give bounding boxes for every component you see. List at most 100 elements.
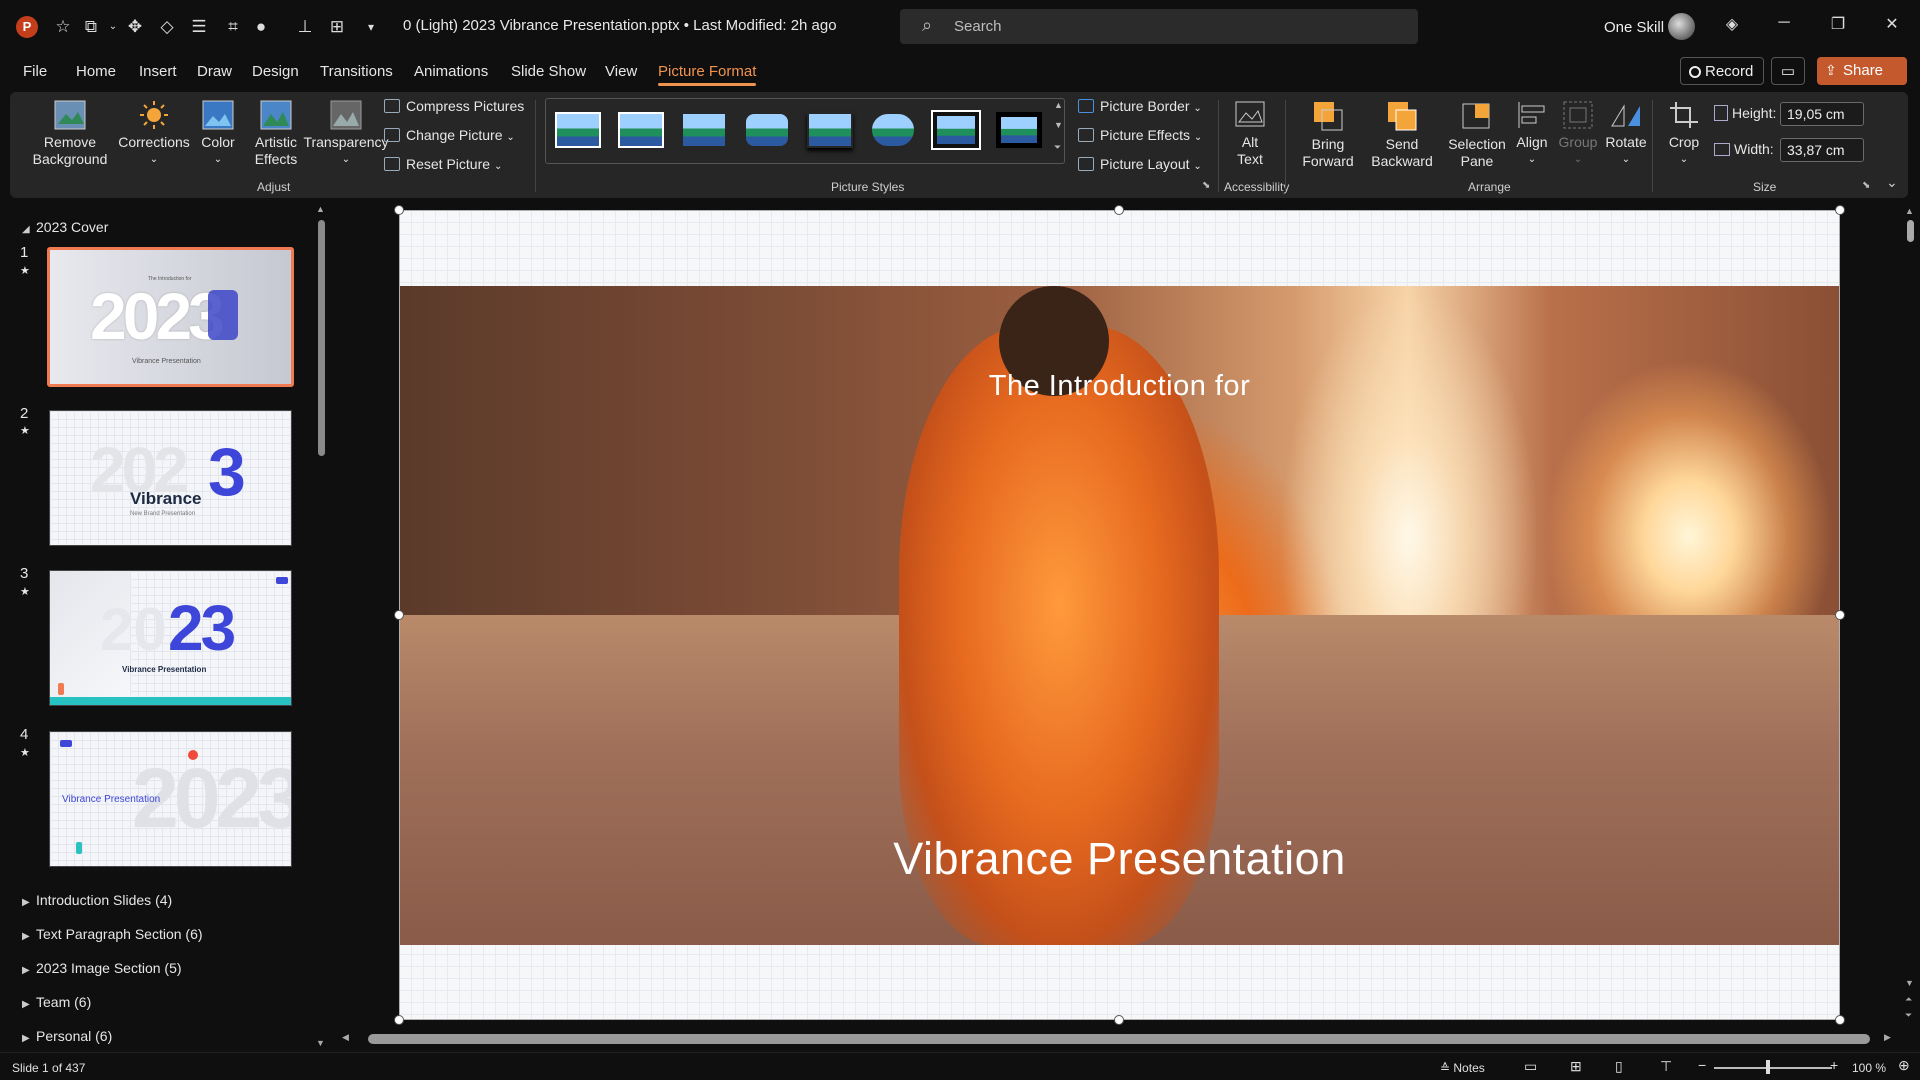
section-header-2023-cover[interactable]: ◢ 2023 Cover: [22, 219, 108, 235]
scroll-up-icon[interactable]: ▲: [1905, 206, 1914, 216]
reset-picture-button[interactable]: Reset Picture ⌄: [384, 156, 502, 172]
zoom-level[interactable]: 100 %: [1852, 1061, 1886, 1075]
picture-style-3[interactable]: [681, 112, 727, 148]
zoom-slider-thumb[interactable]: [1766, 1060, 1770, 1074]
slide-counter[interactable]: Slide 1 of 437: [12, 1061, 85, 1075]
resize-handle-bottom[interactable]: [1114, 1015, 1124, 1025]
section-header-introduction[interactable]: ▶ Introduction Slides (4): [22, 892, 172, 908]
user-name[interactable]: One Skill: [1604, 19, 1664, 36]
align-button[interactable]: Align ⌄: [1510, 100, 1554, 168]
panel-scrollbar[interactable]: [318, 220, 325, 456]
zoom-in-icon[interactable]: +: [1830, 1057, 1838, 1073]
tab-file[interactable]: File: [23, 63, 47, 80]
circle-icon[interactable]: ●: [250, 16, 272, 38]
alt-text-button[interactable]: Alt Text: [1220, 100, 1280, 168]
picture-style-5[interactable]: [807, 112, 853, 148]
diamond-icon[interactable]: ◈: [1720, 14, 1744, 34]
picture-style-4[interactable]: [744, 112, 790, 148]
slide-sorter-icon[interactable]: ⊞: [1570, 1058, 1582, 1075]
picture-style-7[interactable]: [931, 110, 981, 150]
resize-handle-bottom-right[interactable]: [1835, 1015, 1845, 1025]
panel-scroll-up-icon[interactable]: ▲: [316, 204, 325, 214]
resize-handle-left[interactable]: [394, 610, 404, 620]
resize-handle-top-left[interactable]: [394, 205, 404, 215]
section-header-text-paragraph[interactable]: ▶ Text Paragraph Section (6): [22, 926, 203, 942]
slide-thumbnail-2[interactable]: 202 3 Vibrance New Brand Presentation: [49, 410, 292, 546]
height-input[interactable]: 19,05 cm: [1780, 102, 1864, 126]
normal-view-icon[interactable]: ▭: [1524, 1058, 1537, 1075]
slide-thumbnail-3[interactable]: 20 23 Vibrance Presentation: [49, 570, 292, 706]
slideshow-icon[interactable]: ⊤: [1660, 1058, 1672, 1075]
gallery-more-icon[interactable]: ⏷: [1054, 142, 1061, 153]
rotate-button[interactable]: Rotate ⌄: [1602, 100, 1650, 168]
tab-design[interactable]: Design: [252, 63, 299, 80]
search-box[interactable]: ⌕ Search: [900, 9, 1418, 44]
gallery-scroll-down-icon[interactable]: ▼: [1054, 120, 1063, 130]
selection-pane-button[interactable]: Selection Pane: [1442, 100, 1512, 170]
corrections-button[interactable]: Corrections ⌄: [114, 100, 194, 168]
change-picture-button[interactable]: Change Picture ⌄: [384, 127, 515, 143]
shape-icon[interactable]: ◇: [156, 16, 178, 38]
close-icon[interactable]: ✕: [1880, 14, 1904, 34]
slide-thumbnail-1[interactable]: The Introduction for 2023 Vibrance Prese…: [47, 247, 294, 387]
tab-view[interactable]: View: [605, 63, 637, 80]
tab-picture-format[interactable]: Picture Format: [658, 63, 757, 86]
star-icon[interactable]: ☆: [52, 16, 74, 38]
section-header-team[interactable]: ▶ Team (6): [22, 994, 91, 1010]
restore-icon[interactable]: ❐: [1826, 14, 1850, 34]
zoom-out-icon[interactable]: −: [1698, 1057, 1706, 1073]
save-icon[interactable]: ⧉: [80, 16, 102, 38]
comments-button[interactable]: ▭: [1771, 57, 1805, 85]
share-button[interactable]: ⇪ Share: [1817, 57, 1907, 85]
crop-icon[interactable]: ⌗: [222, 16, 244, 38]
reading-view-icon[interactable]: ▯: [1615, 1058, 1623, 1075]
picture-style-8[interactable]: [996, 112, 1042, 148]
minimize-icon[interactable]: ─: [1772, 14, 1796, 32]
vertical-scrollbar[interactable]: ▲ ▼ ⏶ ⏷: [1904, 206, 1916, 1026]
lines-icon[interactable]: ☰: [188, 16, 210, 38]
move-icon[interactable]: ✥: [124, 16, 146, 38]
picture-border-button[interactable]: Picture Border ⌄: [1078, 98, 1202, 114]
picture-layout-button[interactable]: Picture Layout ⌄: [1078, 156, 1202, 172]
fit-slide-icon[interactable]: ⊕: [1898, 1057, 1910, 1074]
distribute-icon[interactable]: ⊞: [326, 16, 348, 38]
horizontal-scrollbar[interactable]: [368, 1034, 1870, 1044]
record-button[interactable]: Record: [1680, 57, 1764, 85]
bring-forward-button[interactable]: Bring Forward: [1293, 100, 1363, 170]
next-slide-icon[interactable]: ⏷: [1905, 1010, 1912, 1021]
ribbon-collapse-icon[interactable]: ⌄: [1886, 174, 1898, 191]
picture-style-2[interactable]: [618, 112, 664, 148]
tab-insert[interactable]: Insert: [139, 63, 177, 80]
picture-effects-button[interactable]: Picture Effects ⌄: [1078, 127, 1202, 143]
gallery-scroll-up-icon[interactable]: ▲: [1054, 100, 1063, 110]
picture-style-6[interactable]: [870, 112, 916, 148]
picture-style-1[interactable]: [555, 112, 601, 148]
remove-background-button[interactable]: Remove Background: [30, 100, 110, 168]
tab-draw[interactable]: Draw: [197, 63, 232, 80]
panel-scroll-down-icon[interactable]: ▼: [316, 1038, 325, 1048]
align-icon[interactable]: ⊥: [294, 16, 316, 38]
resize-handle-top-right[interactable]: [1835, 205, 1845, 215]
hscroll-right-icon[interactable]: ▶: [1884, 1032, 1891, 1043]
crop-button[interactable]: Crop ⌄: [1662, 100, 1706, 168]
tab-transitions[interactable]: Transitions: [320, 63, 393, 80]
customize-qat-icon[interactable]: ▾: [360, 16, 382, 38]
resize-handle-top[interactable]: [1114, 205, 1124, 215]
previous-slide-icon[interactable]: ⏶: [1905, 994, 1912, 1005]
dialog-launcher-icon[interactable]: ⬊: [1202, 180, 1210, 191]
resize-handle-bottom-left[interactable]: [394, 1015, 404, 1025]
zoom-slider[interactable]: [1714, 1067, 1832, 1069]
hscroll-left-icon[interactable]: ◀: [342, 1032, 349, 1043]
color-button[interactable]: Color ⌄: [190, 100, 246, 168]
chevron-down-icon[interactable]: ⌄: [102, 16, 124, 38]
width-input[interactable]: 33,87 cm: [1780, 138, 1864, 162]
tab-home[interactable]: Home: [76, 63, 116, 80]
section-header-personal[interactable]: ▶ Personal (6): [22, 1028, 112, 1044]
size-dialog-launcher-icon[interactable]: ⬊: [1862, 180, 1870, 191]
transparency-button[interactable]: Transparency ⌄: [298, 100, 394, 168]
send-backward-button[interactable]: Send Backward: [1364, 100, 1440, 170]
slide-thumbnail-4[interactable]: 2023 Vibrance Presentation: [49, 731, 292, 867]
compress-pictures-button[interactable]: Compress Pictures: [384, 98, 524, 114]
tab-animations[interactable]: Animations: [414, 63, 488, 80]
tab-slide-show[interactable]: Slide Show: [511, 63, 586, 80]
